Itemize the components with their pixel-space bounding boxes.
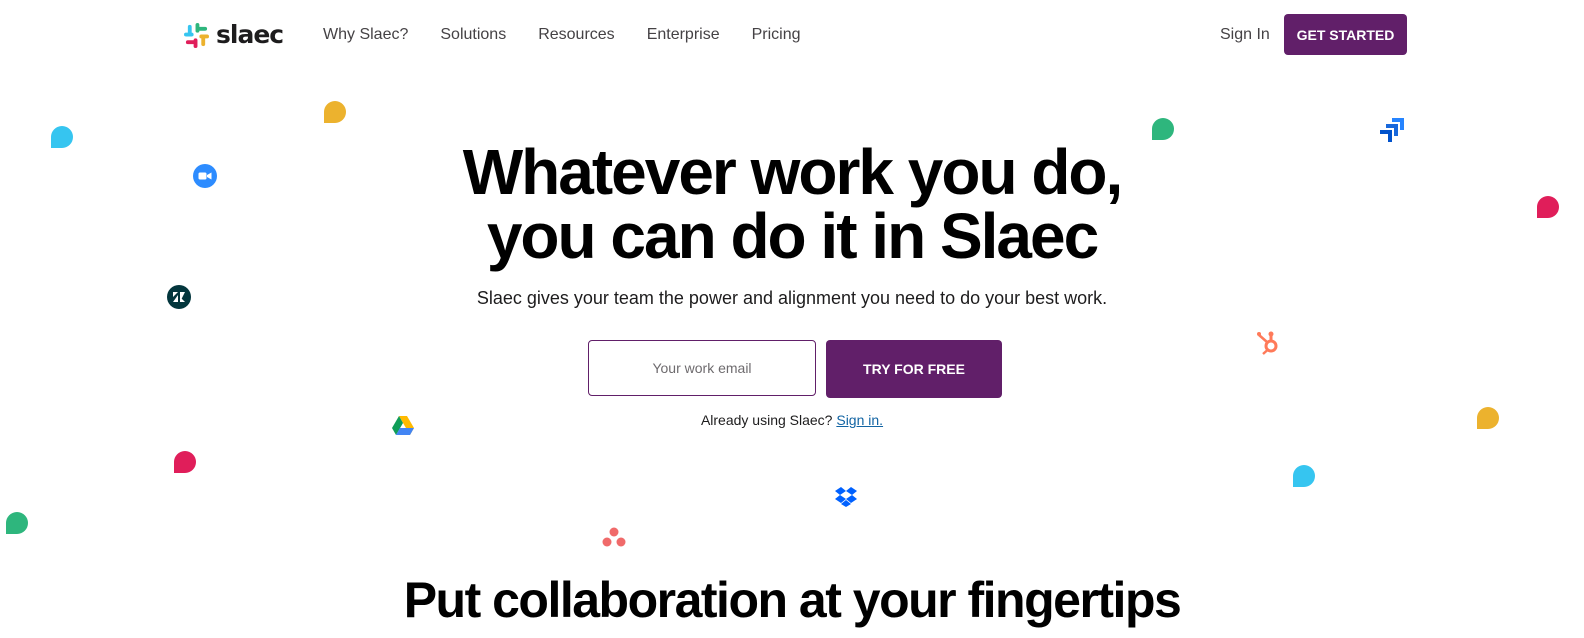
red-bubble-icon bbox=[1537, 196, 1559, 218]
hero-sign-in-link[interactable]: Sign in. bbox=[836, 412, 883, 428]
hero-title-line-1: Whatever work you do, bbox=[462, 136, 1124, 208]
logo[interactable]: slaec bbox=[184, 20, 284, 50]
yellow-bubble-icon bbox=[324, 101, 346, 123]
already-using-text: Already using Slaec? Sign in. bbox=[0, 410, 1584, 430]
try-for-free-button[interactable]: TRY FOR FREE bbox=[826, 340, 1002, 398]
already-using-label: Already using Slaec? bbox=[700, 412, 833, 428]
yellow-bubble-icon bbox=[1477, 407, 1499, 429]
nav-enterprise[interactable]: Enterprise bbox=[647, 24, 720, 46]
zoom-icon bbox=[193, 164, 217, 193]
logo-text: slaec bbox=[216, 20, 284, 49]
jira-icon bbox=[1380, 118, 1404, 147]
hero-title-line-2: you can do it in Slaec bbox=[486, 200, 1099, 272]
hero-title: Whatever work you do, you can do it in S… bbox=[0, 140, 1584, 268]
page: slaec Why Slaec? Solutions Resources Ent… bbox=[0, 0, 1584, 638]
section-title: Put collaboration at your fingertips bbox=[403, 572, 1182, 628]
blue-bubble-icon bbox=[1293, 465, 1315, 487]
nav-pricing[interactable]: Pricing bbox=[752, 24, 801, 46]
dropbox-icon bbox=[835, 487, 857, 512]
green-bubble-icon bbox=[6, 512, 28, 534]
nav-solutions[interactable]: Solutions bbox=[440, 24, 506, 46]
google-drive-icon bbox=[392, 416, 414, 441]
sign-in-link[interactable]: Sign In bbox=[1220, 24, 1270, 46]
blue-bubble-icon bbox=[51, 126, 73, 148]
hero-subtitle: Slaec gives your team the power and alig… bbox=[476, 288, 1108, 308]
nav-resources[interactable]: Resources bbox=[538, 24, 614, 46]
zendesk-icon bbox=[167, 285, 191, 314]
hubspot-icon bbox=[1256, 331, 1282, 362]
slack-logo-icon bbox=[184, 22, 209, 48]
main-nav: Why Slaec? Solutions Resources Enterpris… bbox=[323, 24, 833, 46]
red-bubble-icon bbox=[174, 451, 196, 473]
nav-why-slaec[interactable]: Why Slaec? bbox=[323, 24, 408, 46]
email-input[interactable] bbox=[588, 340, 816, 396]
site-header: slaec Why Slaec? Solutions Resources Ent… bbox=[0, 0, 1584, 70]
green-bubble-icon bbox=[1152, 118, 1174, 140]
asana-icon bbox=[602, 527, 626, 552]
get-started-button[interactable]: GET STARTED bbox=[1284, 14, 1407, 55]
